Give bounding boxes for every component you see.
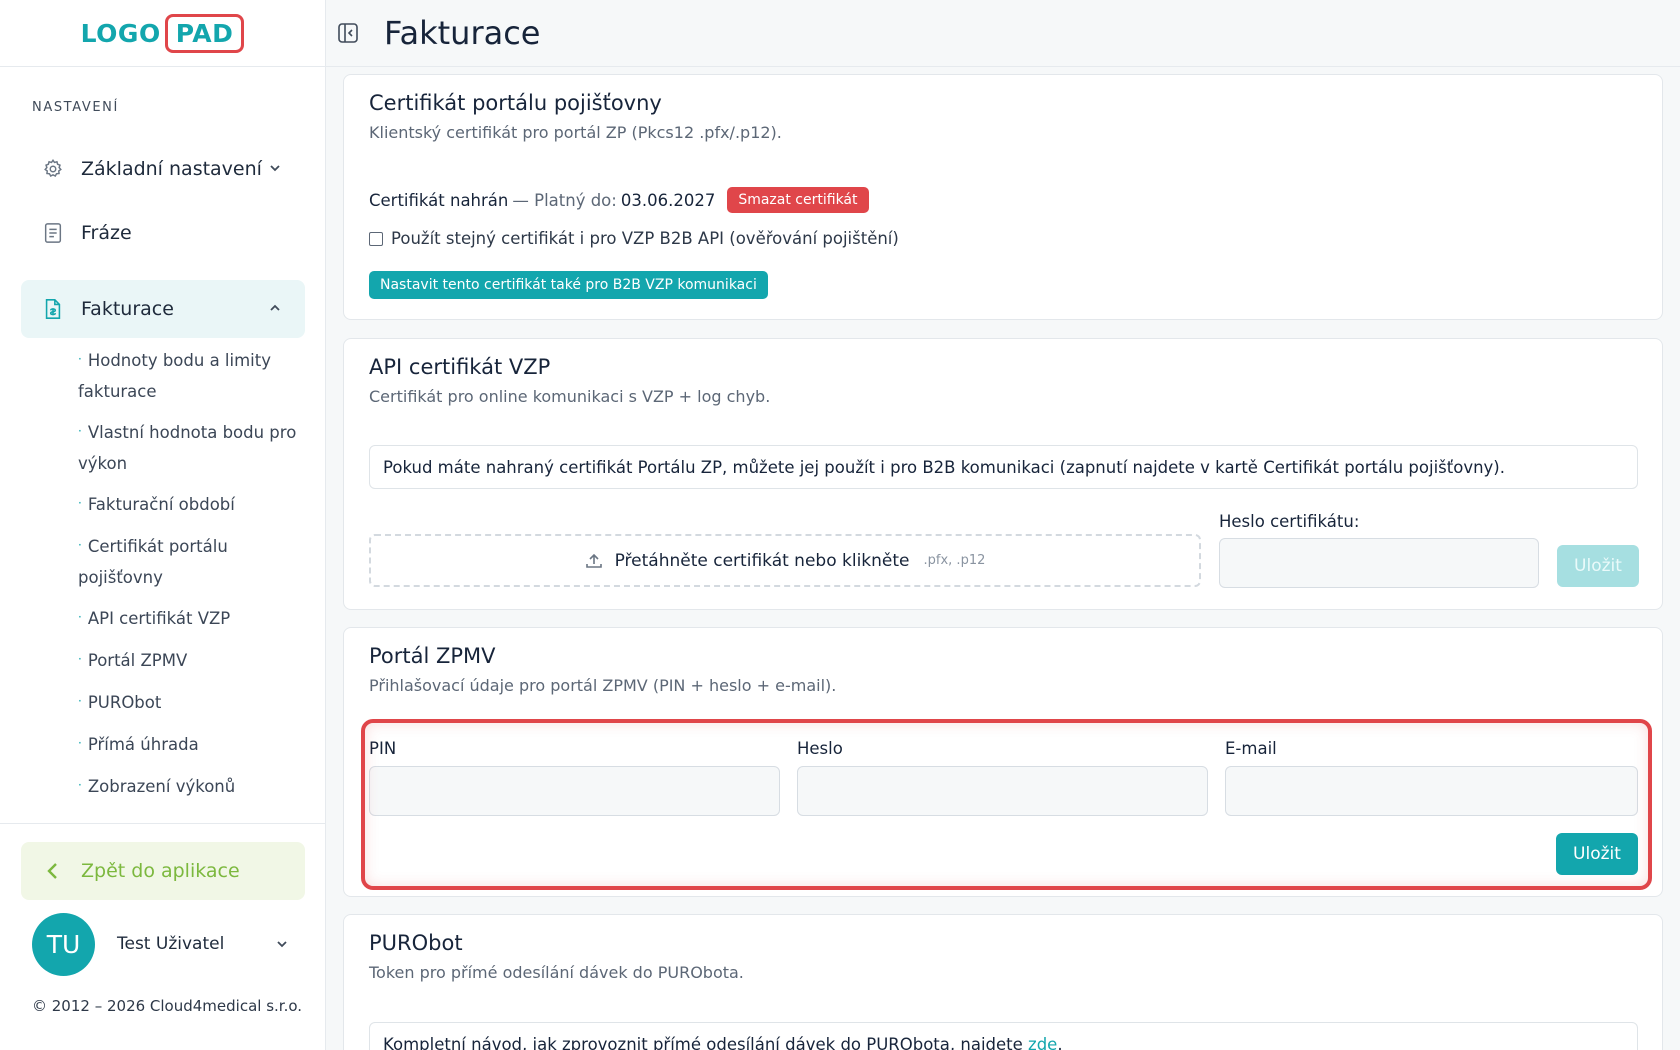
back-to-app-label: Zpět do aplikace xyxy=(81,860,240,882)
checkbox-label: Použít stejný certifikát i pro VZP B2B A… xyxy=(391,229,899,248)
info-box: Pokud máte nahraný certifikát Portálu ZP… xyxy=(369,445,1638,489)
bullet-dot-icon: · xyxy=(78,736,82,750)
logo-text-pad: PAD xyxy=(164,13,245,53)
invoice-icon xyxy=(41,297,65,321)
cert-password-label: Heslo certifikátu: xyxy=(1219,512,1360,531)
certificate-dropzone[interactable]: Přetáhněte certifikát nebo klikněte .pfx… xyxy=(369,534,1201,587)
password-label: Heslo xyxy=(797,739,843,758)
card-zpmv-portal: Portál ZPMV Přihlašovací údaje pro portá… xyxy=(343,627,1663,897)
subnav-item-direct-payment[interactable]: · Přímá úhrada xyxy=(78,730,308,761)
email-input[interactable] xyxy=(1225,766,1638,816)
chevron-down-icon xyxy=(277,941,287,948)
subnav-item-zpmv[interactable]: · Portál ZPMV xyxy=(78,646,308,677)
page-title: Fakturace xyxy=(384,14,541,52)
dropzone-hint: .pfx, .p12 xyxy=(923,553,986,568)
subnav-item-label: Vlastní hodnota bodu pro výkon xyxy=(78,423,297,473)
purobot-info-text: Kompletní návod, jak zprovoznit přímé od… xyxy=(383,1034,1023,1050)
same-cert-b2b-checkbox-row[interactable]: Použít stejný certifikát i pro VZP B2B A… xyxy=(369,229,899,248)
subnav-item-point-values[interactable]: · Hodnoty bodu a limity fakturace xyxy=(78,346,308,407)
dropzone-text: Přetáhněte certifikát nebo klikněte xyxy=(614,550,910,571)
card-subtitle: Přihlašovací údaje pro portál ZPMV (PIN … xyxy=(369,676,837,695)
gear-icon xyxy=(41,157,65,181)
subnav-item-own-point-value[interactable]: · Vlastní hodnota bodu pro výkon xyxy=(78,418,308,479)
card-subtitle: Certifikát pro online komunikaci s VZP +… xyxy=(369,387,771,406)
sidebar-item-phrases[interactable]: Fráze xyxy=(21,204,305,262)
cert-uploaded-label: Certifikát nahrán xyxy=(369,190,509,210)
set-b2b-certificate-button[interactable]: Nastavit tento certifikát také pro B2B V… xyxy=(369,271,768,299)
password-input[interactable] xyxy=(797,766,1208,816)
certificate-status: Certifikát nahrán — Platný do: 03.06.202… xyxy=(369,187,869,213)
subnav-item-purobot[interactable]: · PURObot xyxy=(78,688,308,719)
email-label: E-mail xyxy=(1225,739,1277,758)
sidebar-item-basic-settings[interactable]: Základní nastavení xyxy=(21,140,305,198)
document-icon xyxy=(41,221,65,245)
purobot-guide-link[interactable]: zde xyxy=(1028,1035,1057,1050)
avatar: TU xyxy=(32,912,95,976)
same-cert-b2b-checkbox[interactable] xyxy=(369,231,383,246)
delete-certificate-button[interactable]: Smazat certifikát xyxy=(727,187,869,213)
subnav-item-insurance-cert[interactable]: · Certifikát portálu pojišťovny xyxy=(78,532,308,593)
subnav-item-label: Hodnoty bodu a limity fakturace xyxy=(78,351,271,401)
card-subtitle: Token pro přímé odesílání dávek do PUROb… xyxy=(369,963,744,982)
subnav-item-label: Zobrazení výkonů xyxy=(87,777,236,796)
cert-password-input[interactable] xyxy=(1219,538,1539,588)
card-title: Portál ZPMV xyxy=(369,644,496,668)
bullet-dot-icon: · xyxy=(78,496,82,510)
bullet-dot-icon: · xyxy=(78,424,82,438)
sidebar-item-label: Fakturace xyxy=(81,298,174,320)
sidebar-item-label: Základní nastavení xyxy=(81,158,262,180)
card-insurance-certificate: Certifikát portálu pojišťovny Klientský … xyxy=(343,74,1663,320)
card-subtitle: Klientský certifikát pro portál ZP (Pkcs… xyxy=(369,123,782,142)
bullet-dot-icon: · xyxy=(78,652,82,666)
chevron-up-icon xyxy=(270,304,280,311)
sidebar-divider xyxy=(0,823,326,824)
card-api-vzp: API certifikát VZP Certifikát pro online… xyxy=(343,338,1663,610)
cert-valid-prefix: — Platný do: xyxy=(512,190,617,210)
logo[interactable]: LOGO PAD xyxy=(80,13,245,53)
sidebar-collapse-icon xyxy=(338,23,358,43)
section-label: NASTAVENÍ xyxy=(32,100,119,115)
sidebar-item-label: Fráze xyxy=(81,222,132,244)
subnav-item-label: Certifikát portálu pojišťovny xyxy=(78,537,228,587)
subnav-item-label: Portál ZPMV xyxy=(87,651,188,670)
pin-label: PIN xyxy=(369,739,397,758)
subnav-list: · Hodnoty bodu a limity fakturace · Vlastn… xyxy=(78,346,308,814)
card-purobot: PURObot Token pro přímé odesílání dávek … xyxy=(343,914,1663,1050)
card-title: PURObot xyxy=(369,931,463,955)
user-menu[interactable]: TU Test Uživatel xyxy=(32,912,290,976)
logo-text-logo: LOGO xyxy=(80,18,161,48)
sidebar-toggle-button[interactable] xyxy=(336,21,360,45)
page-header: Fakturace xyxy=(326,0,1680,67)
upload-icon xyxy=(585,553,602,568)
copyright: © 2012 – 2026 Cloud4medical s.r.o. xyxy=(32,997,303,1015)
purobot-info-box: Kompletní návod, jak zprovoznit přímé od… xyxy=(369,1022,1638,1050)
subnav-item-label: API certifikát VZP xyxy=(87,609,231,628)
subnav-item-procedures-display[interactable]: · Zobrazení výkonů xyxy=(78,772,308,803)
subnav-item-invoice-period[interactable]: · Fakturační období xyxy=(78,490,308,521)
back-to-app-button[interactable]: Zpět do aplikace xyxy=(21,842,305,900)
purobot-info-end: . xyxy=(1057,1034,1063,1050)
save-api-cert-button[interactable]: Uložit xyxy=(1557,545,1639,587)
logo-row: LOGO PAD xyxy=(0,0,325,67)
chevron-down-icon xyxy=(270,165,280,172)
cert-valid-date: 03.06.2027 xyxy=(620,190,716,210)
bullet-dot-icon: · xyxy=(78,352,82,366)
save-zpmv-button[interactable]: Uložit xyxy=(1556,833,1638,875)
chevron-left-icon xyxy=(47,863,57,879)
sidebar-item-invoicing[interactable]: Fakturace xyxy=(21,280,305,338)
bullet-dot-icon: · xyxy=(78,538,82,552)
subnav-item-label: Přímá úhrada xyxy=(87,735,199,754)
bullet-dot-icon: · xyxy=(78,694,82,708)
subnav-item-label: PURObot xyxy=(87,693,162,712)
card-title: API certifikát VZP xyxy=(369,355,551,379)
user-name: Test Uživatel xyxy=(117,934,225,954)
sidebar: LOGO PAD NASTAVENÍ Základní nastavení Fr… xyxy=(0,0,326,1050)
card-title: Certifikát portálu pojišťovny xyxy=(369,91,662,115)
subnav-item-label: Fakturační období xyxy=(87,495,235,514)
bullet-dot-icon: · xyxy=(78,610,82,624)
subnav-item-api-vzp[interactable]: · API certifikát VZP xyxy=(78,604,308,635)
bullet-dot-icon: · xyxy=(78,778,82,792)
pin-input[interactable] xyxy=(369,766,780,816)
